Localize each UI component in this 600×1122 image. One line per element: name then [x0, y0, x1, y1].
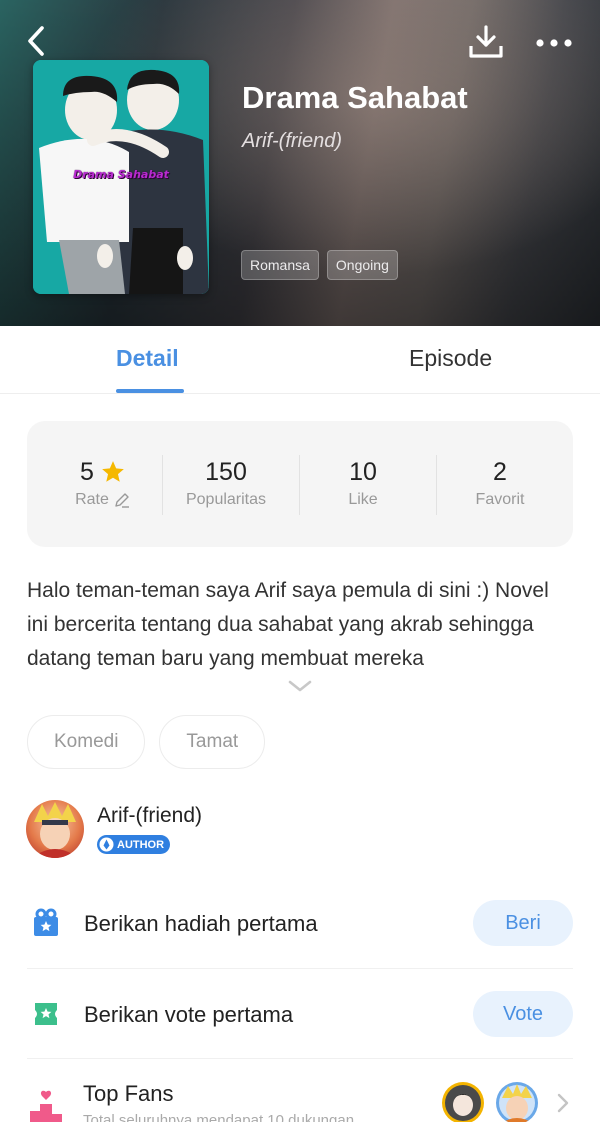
gift-button[interactable]: Beri — [473, 900, 573, 946]
category-chips: Komedi Tamat — [27, 715, 266, 769]
author-badge: AUTHOR — [97, 835, 171, 854]
back-icon — [28, 26, 44, 56]
vote-label: Berikan vote pertama — [84, 1002, 294, 1027]
vote-ticket-icon — [35, 1003, 57, 1025]
tag-ongoing[interactable]: Ongoing — [326, 250, 398, 280]
fan-avatar[interactable] — [496, 1082, 538, 1122]
more-icon — [536, 39, 572, 47]
vote-button[interactable]: Vote — [473, 991, 573, 1037]
gift-row: Berikan hadiah pertama Beri — [27, 900, 573, 946]
stat-rate[interactable]: 5 Rate — [35, 457, 171, 509]
download-button[interactable] — [468, 24, 504, 60]
novel-title: Drama Sahabat — [242, 80, 468, 115]
author-badge-icon — [99, 837, 114, 852]
download-icon — [469, 25, 503, 58]
like-label: Like — [348, 491, 378, 508]
fan-avatar[interactable] — [442, 1082, 484, 1122]
stat-popularitas: 150 Popularitas — [158, 457, 294, 509]
chevron-right-icon[interactable] — [556, 1092, 570, 1114]
popularitas-value: 150 — [205, 458, 247, 486]
tab-bar: Detail Episode — [0, 326, 600, 394]
novel-cover: Drama Sahabat — [33, 60, 209, 294]
author-badge-label: AUTHOR — [117, 838, 165, 851]
popularitas-label: Popularitas — [185, 491, 267, 508]
stat-favorit: 2 Favorit — [432, 457, 568, 509]
chip-tamat[interactable]: Tamat — [159, 715, 266, 769]
rate-label: Rate — [75, 491, 109, 508]
author-name[interactable]: Arif-(friend) — [97, 804, 202, 828]
fan-avatar-image — [445, 1085, 481, 1121]
gift-label: Berikan hadiah pertama — [84, 911, 318, 936]
back-button[interactable] — [22, 24, 52, 58]
row-divider — [27, 1058, 573, 1059]
active-tab-indicator — [116, 389, 184, 393]
gift-icon — [34, 908, 58, 936]
favorit-label: Favorit — [475, 491, 525, 508]
avatar[interactable] — [26, 800, 84, 858]
novel-header: Drama Sahabat Drama Sahabat Arif-(friend… — [0, 0, 600, 326]
tab-detail[interactable]: Detail — [116, 345, 179, 372]
more-options-button[interactable] — [534, 28, 574, 58]
cover-title-text: Drama Sahabat — [73, 168, 169, 181]
podium-icon — [30, 1090, 62, 1122]
genre-tags: Romansa Ongoing — [241, 250, 398, 280]
tag-romansa[interactable]: Romansa — [241, 250, 319, 280]
expand-description-button[interactable] — [287, 678, 313, 694]
author-avatar-image — [32, 802, 78, 858]
tab-episode[interactable]: Episode — [409, 345, 492, 372]
top-fans-label: Top Fans — [83, 1081, 174, 1106]
edit-icon — [115, 493, 129, 508]
chevron-down-icon — [288, 680, 312, 692]
favorit-value: 2 — [493, 458, 507, 486]
fan-avatar-image — [499, 1084, 535, 1122]
novel-author[interactable]: Arif-(friend) — [242, 130, 342, 153]
star-icon — [102, 461, 124, 482]
stats-panel: 5 Rate 150 Popularitas 10 Like 2 Favorit — [27, 421, 573, 547]
rate-value: 5 — [80, 458, 94, 486]
row-divider — [27, 968, 573, 969]
top-fans-subtitle: Total seluruhnya mendapat 10 dukungan — [83, 1112, 355, 1122]
novel-description: Halo teman-teman saya Arif saya pemula d… — [27, 579, 549, 670]
chip-komedi[interactable]: Komedi — [27, 715, 146, 769]
like-value: 10 — [349, 458, 377, 486]
stat-like: 10 Like — [295, 457, 431, 509]
vote-row: Berikan vote pertama Vote — [27, 991, 573, 1037]
